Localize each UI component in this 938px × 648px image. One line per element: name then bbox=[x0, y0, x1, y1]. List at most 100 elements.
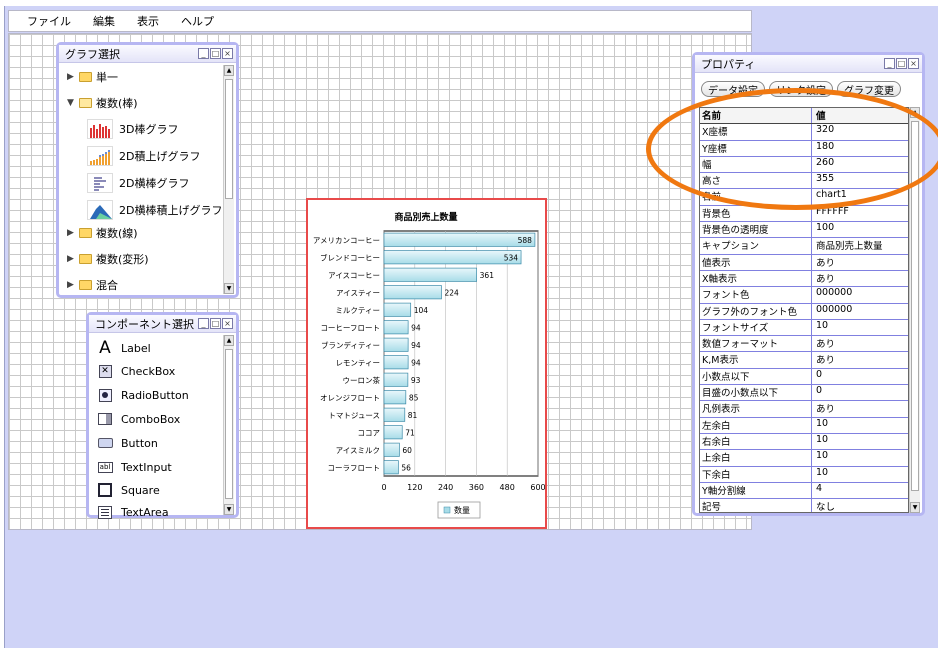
expand-icon[interactable]: ▶ bbox=[67, 254, 79, 264]
property-row[interactable]: 記号 なし bbox=[700, 499, 908, 512]
property-row[interactable]: 数値フォーマット あり bbox=[700, 336, 908, 353]
component-radiobutton[interactable]: RadioButton bbox=[97, 384, 189, 406]
property-row[interactable]: 右余白 10 bbox=[700, 433, 908, 451]
close-icon[interactable]: × bbox=[222, 318, 233, 329]
change-graph-button[interactable]: グラフ変更 bbox=[837, 81, 901, 97]
property-row[interactable]: 小数点以下 0 bbox=[700, 368, 908, 386]
property-value[interactable]: 10 bbox=[812, 320, 908, 335]
collapse-icon[interactable]: ▼ bbox=[67, 98, 79, 108]
scroll-down-icon[interactable]: ▼ bbox=[910, 502, 920, 513]
comp-panel-titlebar[interactable]: コンポーネント選択 _ □ × bbox=[89, 315, 236, 333]
tree-leaf-3d-bar[interactable]: 3D棒グラフ bbox=[87, 117, 178, 141]
property-row[interactable]: K,M表示 あり bbox=[700, 352, 908, 369]
minimize-icon[interactable]: _ bbox=[198, 318, 209, 329]
restore-icon[interactable]: □ bbox=[896, 58, 907, 69]
property-value[interactable]: あり bbox=[812, 271, 908, 286]
tree-leaf-2d-hbar-stacked[interactable]: 2D横棒積上げグラフ bbox=[87, 198, 222, 222]
property-row[interactable]: キャプション 商品別売上数量 bbox=[700, 238, 908, 255]
property-row[interactable]: Y座標 180 bbox=[700, 140, 908, 157]
property-row[interactable]: 凡例表示 あり bbox=[700, 401, 908, 418]
property-row[interactable]: フォントサイズ 10 bbox=[700, 319, 908, 337]
tree-node-multi-line[interactable]: ▶ 複数(線) bbox=[67, 223, 138, 243]
tree-node-multi-bar[interactable]: ▼ 複数(棒) bbox=[67, 93, 138, 113]
property-row[interactable]: 背景色の透明度 100 bbox=[700, 222, 908, 239]
property-value-header[interactable]: 値 bbox=[812, 108, 908, 123]
scroll-thumb[interactable] bbox=[225, 79, 233, 199]
graph-panel-titlebar[interactable]: グラフ選択 _ □ × bbox=[59, 45, 236, 63]
property-value[interactable]: FFFFFF bbox=[812, 206, 908, 221]
menu-help[interactable]: ヘルプ bbox=[181, 13, 214, 29]
graph-panel-scrollbar[interactable]: ▲ ▼ bbox=[223, 65, 234, 294]
property-value[interactable]: 180 bbox=[812, 141, 908, 156]
property-value[interactable]: chart1 bbox=[812, 189, 908, 204]
property-row[interactable]: 高さ 355 bbox=[700, 173, 908, 190]
property-value[interactable]: 0 bbox=[812, 385, 908, 400]
prop-panel-titlebar[interactable]: プロパティ _ □ × bbox=[695, 55, 922, 73]
scroll-up-icon[interactable]: ▲ bbox=[224, 65, 234, 76]
minimize-icon[interactable]: _ bbox=[198, 48, 209, 59]
property-value[interactable]: 0 bbox=[812, 369, 908, 384]
property-value[interactable]: 10 bbox=[812, 418, 908, 433]
close-icon[interactable]: × bbox=[222, 48, 233, 59]
property-row[interactable]: 幅 260 bbox=[700, 156, 908, 174]
close-icon[interactable]: × bbox=[908, 58, 919, 69]
component-square[interactable]: Square bbox=[97, 479, 160, 501]
property-value[interactable]: なし bbox=[812, 499, 908, 512]
property-name-header[interactable]: 名前 bbox=[700, 108, 812, 124]
property-row[interactable]: X座標 320 bbox=[700, 124, 908, 141]
component-checkbox[interactable]: ✕ CheckBox bbox=[97, 360, 175, 382]
property-value[interactable]: 10 bbox=[812, 450, 908, 465]
property-row[interactable]: X軸表示 あり bbox=[700, 270, 908, 288]
tree-node-single[interactable]: ▶ 単一 bbox=[67, 67, 118, 87]
expand-icon[interactable]: ▶ bbox=[67, 72, 79, 82]
property-value[interactable]: 260 bbox=[812, 157, 908, 172]
component-button[interactable]: Button bbox=[97, 432, 158, 454]
component-textarea[interactable]: TextArea bbox=[97, 501, 169, 523]
tree-node-mixed[interactable]: ▶ 混合 bbox=[67, 275, 118, 295]
restore-icon[interactable]: □ bbox=[210, 318, 221, 329]
scroll-thumb[interactable] bbox=[225, 349, 233, 499]
property-row[interactable]: 背景色 FFFFFF bbox=[700, 205, 908, 223]
property-value[interactable]: 320 bbox=[812, 124, 908, 139]
property-row[interactable]: 目盛の小数点以下 0 bbox=[700, 385, 908, 402]
restore-icon[interactable]: □ bbox=[210, 48, 221, 59]
property-row[interactable]: 下余白 10 bbox=[700, 466, 908, 483]
property-row[interactable]: 名前 chart1 bbox=[700, 189, 908, 206]
property-value[interactable]: 10 bbox=[812, 434, 908, 449]
menu-edit[interactable]: 編集 bbox=[93, 13, 115, 29]
scroll-up-icon[interactable]: ▲ bbox=[910, 107, 920, 118]
property-row[interactable]: グラフ外のフォント色 000000 bbox=[700, 303, 908, 320]
property-row[interactable]: フォント色 000000 bbox=[700, 287, 908, 304]
chart-component[interactable]: 商品別売上数量 0 120 240 360 480 600 アメリカンコーヒー 588 ブレンドコ… bbox=[306, 198, 547, 529]
component-label[interactable]: A Label bbox=[97, 337, 151, 359]
tree-leaf-2d-stacked[interactable]: 2D積上げグラフ bbox=[87, 144, 200, 168]
comp-panel-scrollbar[interactable]: ▲ ▼ bbox=[223, 335, 234, 515]
minimize-icon[interactable]: _ bbox=[884, 58, 895, 69]
scroll-up-icon[interactable]: ▲ bbox=[224, 335, 234, 346]
scroll-down-icon[interactable]: ▼ bbox=[224, 504, 234, 515]
tree-node-multi-variant[interactable]: ▶ 複数(変形) bbox=[67, 249, 149, 269]
expand-icon[interactable]: ▶ bbox=[67, 280, 79, 290]
menu-file[interactable]: ファイル bbox=[27, 13, 71, 29]
prop-panel-scrollbar[interactable]: ▲ ▼ bbox=[909, 107, 920, 513]
property-row[interactable]: 上余白 10 bbox=[700, 450, 908, 467]
property-value[interactable]: 000000 bbox=[812, 304, 908, 319]
property-value[interactable]: あり bbox=[812, 401, 908, 416]
property-row[interactable]: 値表示 あり bbox=[700, 254, 908, 271]
scroll-down-icon[interactable]: ▼ bbox=[224, 283, 234, 294]
property-row[interactable]: 左余白 10 bbox=[700, 417, 908, 434]
property-value[interactable]: あり bbox=[812, 336, 908, 351]
property-value[interactable]: あり bbox=[812, 255, 908, 270]
component-textinput[interactable]: abl TextInput bbox=[97, 456, 172, 478]
scroll-thumb[interactable] bbox=[911, 121, 919, 491]
property-value[interactable]: 4 bbox=[812, 483, 908, 498]
property-value[interactable]: 商品別売上数量 bbox=[812, 238, 908, 253]
property-value[interactable]: 355 bbox=[812, 173, 908, 188]
menu-view[interactable]: 表示 bbox=[137, 13, 159, 29]
property-value[interactable]: 000000 bbox=[812, 287, 908, 302]
expand-icon[interactable]: ▶ bbox=[67, 228, 79, 238]
data-settings-button[interactable]: データ設定 bbox=[701, 81, 765, 97]
tree-leaf-2d-hbar[interactable]: 2D横棒グラフ bbox=[87, 171, 189, 195]
property-value[interactable]: 100 bbox=[812, 222, 908, 237]
component-combobox[interactable]: ComboBox bbox=[97, 408, 180, 430]
